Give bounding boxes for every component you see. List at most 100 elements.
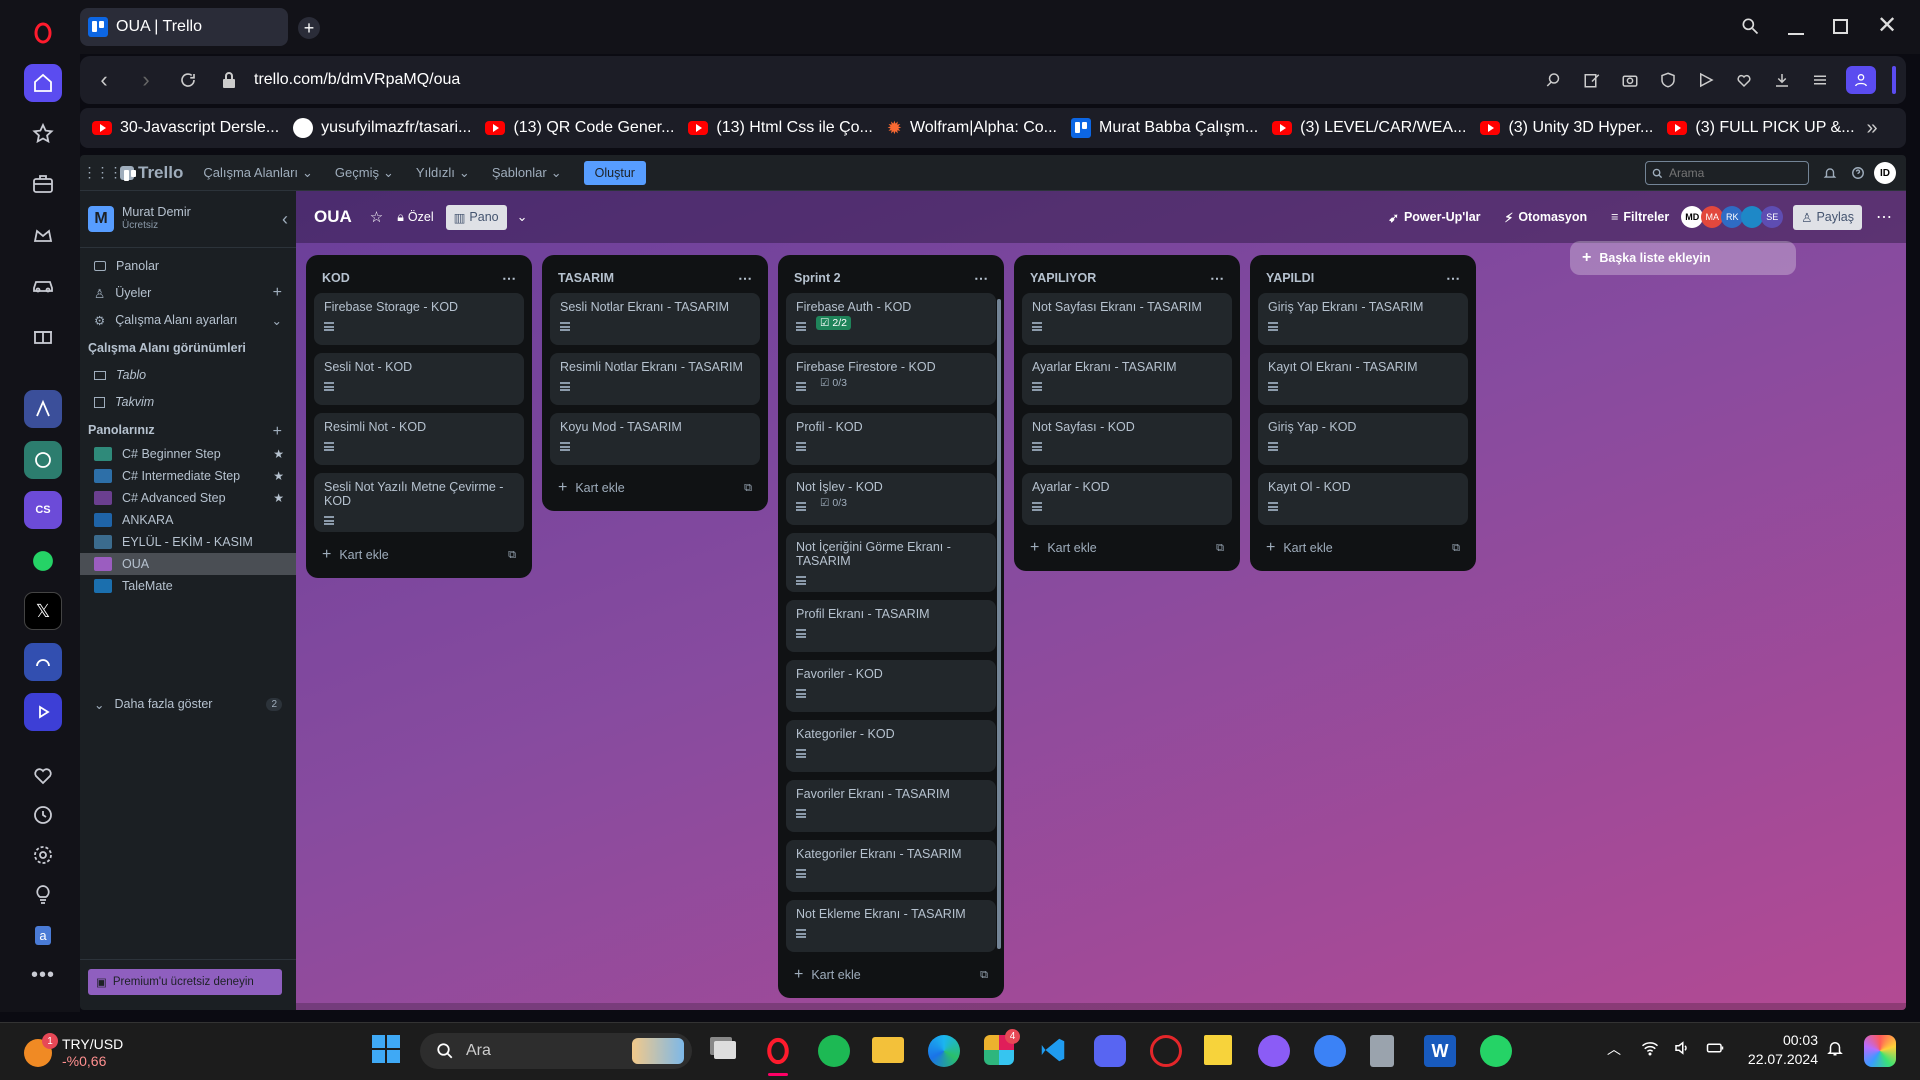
card[interactable]: Kategoriler Ekranı - TASARIM (786, 840, 996, 892)
edge-icon[interactable] (928, 1035, 960, 1067)
bookmark-item[interactable]: (3) Unity 3D Hyper... (1480, 119, 1653, 137)
card[interactable]: Kayıt Ol - KOD (1258, 473, 1468, 525)
camera-icon[interactable] (1618, 68, 1642, 92)
list-header[interactable]: KOD ⋯ (314, 263, 524, 293)
member-avatar[interactable]: SE (1761, 206, 1784, 228)
search-input[interactable] (1669, 166, 1799, 180)
card-template-icon[interactable]: ⧉ (744, 482, 752, 495)
share-button[interactable]: ♙ Paylaş (1793, 204, 1862, 230)
card[interactable]: Firebase Firestore - KOD ☑ 0/3 (786, 353, 996, 405)
app-switcher-icon[interactable]: ⋮⋮⋮ (83, 164, 123, 181)
visibility-button[interactable]: 🔒︎ Özel (397, 210, 433, 225)
cs-app-icon[interactable]: CS (24, 491, 62, 529)
add-board-plus-icon[interactable]: + (273, 423, 282, 441)
card[interactable]: Not Sayfası Ekranı - TASARIM (1022, 293, 1232, 345)
sidebar-board-item[interactable]: ANKARA (80, 509, 296, 531)
reload-icon[interactable] (174, 66, 202, 94)
add-card-button[interactable]: + Kart ekle ⧉ (550, 473, 760, 503)
card[interactable]: Ayarlar - KOD (1022, 473, 1232, 525)
add-card-button[interactable]: + Kart ekle ⧉ (1258, 533, 1468, 563)
list-header[interactable]: YAPILDI ⋯ (1258, 263, 1468, 293)
card[interactable]: Sesli Notlar Ekranı - TASARIM (550, 293, 760, 345)
list-title[interactable]: KOD (322, 271, 350, 285)
card[interactable]: Giriş Yap - KOD (1258, 413, 1468, 465)
list-title[interactable]: YAPILIYOR (1030, 271, 1096, 285)
add-member-plus-icon[interactable]: + (273, 284, 282, 302)
bookmark-item[interactable]: (13) Html Css ile Ço... (688, 119, 873, 137)
card[interactable]: Profil - KOD (786, 413, 996, 465)
filters-button[interactable]: ≡ Filtreler (1611, 210, 1669, 224)
list-menu-icon[interactable]: ⋯ (738, 270, 752, 287)
url-input[interactable] (254, 67, 954, 93)
opera-taskbar-icon[interactable] (762, 1035, 794, 1067)
notification-bell-icon[interactable] (1826, 1039, 1846, 1059)
search-tabs-icon[interactable] (1738, 14, 1762, 38)
maximize-icon[interactable] (1828, 14, 1852, 38)
bookmark-item[interactable]: Murat Babba Çalışm... (1071, 118, 1258, 138)
app-store-icon[interactable] (1314, 1035, 1346, 1067)
sidebar-board-item[interactable]: C# Beginner Step ★ (80, 443, 296, 465)
whatsapp-icon[interactable] (24, 542, 62, 580)
heart-icon[interactable] (24, 756, 62, 794)
calculator-icon[interactable] (1370, 1035, 1394, 1067)
account-avatar[interactable]: ID (1874, 162, 1896, 184)
app-icon-red[interactable] (1150, 1035, 1182, 1067)
opera-logo-icon[interactable] (24, 14, 62, 52)
list-menu-icon[interactable]: ⋯ (1446, 270, 1460, 287)
browser-tab[interactable]: OUA | Trello (80, 8, 288, 46)
bookmarks-overflow-icon[interactable]: » (1860, 116, 1884, 140)
view-switcher-board[interactable]: ▥ Pano (445, 204, 507, 230)
member-avatar[interactable]: MD (1681, 206, 1704, 228)
spotify-icon[interactable] (818, 1035, 850, 1067)
search-box[interactable] (1645, 161, 1809, 185)
sticky-notes-icon[interactable] (1204, 1035, 1232, 1065)
back-icon[interactable]: ‹ (90, 66, 118, 94)
workspace-header[interactable]: M Murat Demir Ücretsiz ‹ (88, 201, 288, 237)
collapse-sidebar-icon[interactable]: ‹ (282, 209, 288, 230)
menu-recent[interactable]: Geçmiş ⌄ (335, 165, 394, 181)
list-scrollbar[interactable] (997, 299, 1001, 949)
word-icon[interactable]: W (1424, 1035, 1456, 1067)
system-tray[interactable] (1640, 1039, 1726, 1057)
card[interactable]: Kayıt Ol Ekranı - TASARIM (1258, 353, 1468, 405)
add-card-button[interactable]: + Kart ekle ⧉ (1022, 533, 1232, 563)
powerups-button[interactable]: ➹ Power-Up'lar (1388, 210, 1480, 225)
trello-logo[interactable]: Trello (120, 163, 183, 183)
settings-gear-icon[interactable] (24, 836, 62, 874)
send-icon[interactable] (1694, 68, 1718, 92)
bookmarks-icon[interactable] (24, 115, 62, 153)
member-avatar[interactable] (1741, 206, 1764, 228)
board-title[interactable]: OUA (314, 207, 352, 227)
menu-templates[interactable]: Şablonlar ⌄ (492, 165, 562, 181)
sidebar-board-item[interactable]: C# Advanced Step ★ (80, 487, 296, 509)
history-icon[interactable] (24, 796, 62, 834)
bookmark-item[interactable]: (3) FULL PICK UP &... (1667, 119, 1855, 137)
card[interactable]: Profil Ekranı - TASARIM (786, 600, 996, 652)
card[interactable]: Resimli Notlar Ekranı - TASARIM (550, 353, 760, 405)
board-menu-icon[interactable]: ⋯ (1876, 207, 1892, 227)
list-header[interactable]: TASARIM ⋯ (550, 263, 760, 293)
card[interactable]: Favoriler - KOD (786, 660, 996, 712)
card[interactable]: Sesli Not - KOD (314, 353, 524, 405)
aria-app-icon[interactable] (24, 390, 62, 428)
sidebar-item-boards[interactable]: Panolar (88, 253, 288, 279)
music-app-icon[interactable] (24, 643, 62, 681)
gift-icon[interactable] (24, 316, 62, 354)
list-title[interactable]: YAPILDI (1266, 271, 1314, 285)
help-icon[interactable] (1848, 163, 1868, 183)
task-view-icon[interactable] (710, 1037, 740, 1065)
forward-icon[interactable]: › (132, 66, 160, 94)
star-filled-icon[interactable]: ★ (273, 469, 284, 483)
stock-widget[interactable]: 1 TRY/USD -%0,66 (24, 1033, 174, 1073)
x-twitter-icon[interactable]: 𝕏 (24, 592, 62, 630)
briefcase-icon[interactable] (24, 165, 62, 203)
card[interactable]: Not İçeriğini Görme Ekranı - TASARIM (786, 533, 996, 592)
notifications-icon[interactable] (1820, 163, 1840, 183)
card[interactable]: Giriş Yap Ekranı - TASARIM (1258, 293, 1468, 345)
sidebar-board-item[interactable]: TaleMate (80, 575, 296, 597)
minimize-icon[interactable] (1784, 14, 1808, 38)
github-desktop-icon[interactable] (1258, 1035, 1290, 1067)
bookmark-item[interactable]: ✹ Wolfram|Alpha: Co... (887, 118, 1057, 139)
card-template-icon[interactable]: ⧉ (980, 969, 988, 982)
premium-trial-button[interactable]: ▣ Premium'u ücretsiz deneyin (88, 969, 282, 995)
